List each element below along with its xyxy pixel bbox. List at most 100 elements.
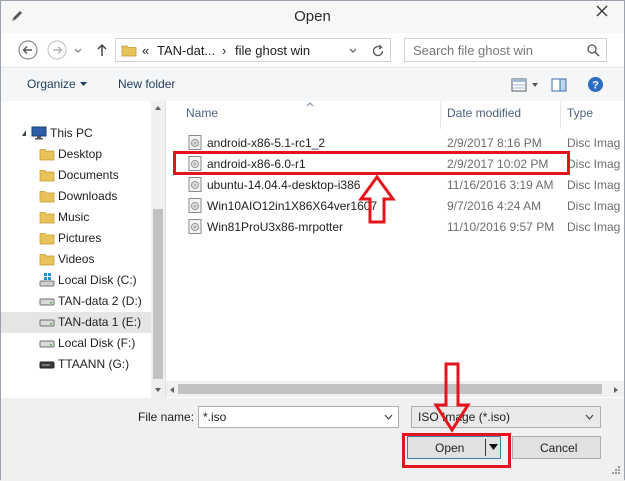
file-name: Win10AIO12in1X86X64ver1607 — [207, 199, 378, 213]
disc-image-icon — [188, 135, 202, 150]
navigation-pane: This PC Desktop Documents Downloads Music Pic… — [1, 101, 166, 398]
sidebar-item-desktop[interactable]: Desktop — [1, 144, 151, 165]
sidebar-item-label: This PC — [50, 126, 93, 140]
file-name: Win81ProU3x86-mrpotter — [207, 220, 344, 234]
organize-button[interactable]: Organize — [27, 77, 76, 91]
file-date-modified: 11/16/2016 3:19 AM — [447, 178, 554, 192]
horizontal-scroll-thumb[interactable] — [178, 384, 602, 394]
address-bar[interactable]: « TAN-dat... › file ghost win — [115, 38, 391, 62]
search-input[interactable]: Search file ghost win — [404, 38, 607, 62]
sidebar-item-downloads[interactable]: Downloads — [1, 186, 151, 207]
scroll-left-icon[interactable] — [169, 386, 175, 394]
drive-icon — [39, 293, 55, 309]
recent-dropdown-icon[interactable] — [71, 39, 85, 61]
column-separator[interactable] — [560, 101, 561, 129]
file-row[interactable]: Win81ProU3x86-mrpotter 11/10/2016 9:57 PM… — [166, 216, 624, 237]
resize-grip-icon[interactable] — [609, 465, 621, 477]
disc-image-icon — [188, 219, 202, 234]
file-type-select[interactable]: ISO Image (*.iso) — [411, 406, 601, 428]
preview-pane-icon[interactable] — [551, 77, 567, 93]
expand-chevron-icon[interactable] — [21, 129, 29, 137]
sidebar-item-local-disk-c[interactable]: Local Disk (C:) — [1, 270, 151, 291]
sidebar-item-tan-data-2-d[interactable]: TAN-data 2 (D:) — [1, 291, 151, 312]
navigation-scroll-thumb[interactable] — [153, 209, 163, 379]
address-overflow[interactable]: « — [142, 43, 149, 58]
windows-drive-icon — [39, 272, 55, 288]
file-name-input[interactable]: *.iso — [198, 406, 399, 428]
close-icon[interactable] — [580, 1, 624, 23]
cancel-button[interactable]: Cancel — [512, 436, 601, 459]
view-chevron-down-icon[interactable] — [531, 82, 539, 88]
address-dropdown-icon[interactable] — [348, 46, 358, 56]
folder-icon — [39, 230, 55, 246]
sidebar-item-pictures[interactable]: Pictures — [1, 228, 151, 249]
file-name-label: File name: — [138, 410, 195, 424]
annotation-highlight-file — [173, 151, 570, 175]
file-type: Disc Imag — [567, 199, 621, 213]
sidebar-item-documents[interactable]: Documents — [1, 165, 151, 186]
column-header-type[interactable]: Type — [567, 106, 593, 120]
scroll-down-icon[interactable] — [154, 387, 162, 393]
sidebar-item-label: Pictures — [58, 231, 102, 245]
file-row[interactable]: android-x86-5.1-rc1_2 2/9/2017 8:16 PM Dis… — [166, 132, 624, 153]
view-options-icon[interactable] — [511, 78, 527, 92]
disc-image-icon — [188, 177, 202, 192]
file-list: Name Date modified Type android-x86-5.1-… — [166, 101, 624, 398]
address-segment-file-ghost-win[interactable]: file ghost win — [235, 43, 310, 58]
sidebar-item-label: TTAANN (G:) — [58, 357, 130, 371]
file-type: Disc Imag — [567, 178, 621, 192]
sidebar-item-label: Local Disk (F:) — [58, 336, 136, 350]
sidebar-item-label: Desktop — [58, 147, 103, 161]
refresh-icon[interactable] — [370, 43, 386, 59]
column-separator[interactable] — [440, 101, 441, 129]
drive-icon — [39, 314, 55, 330]
navigation-scrollbar[interactable] — [151, 101, 165, 398]
sidebar-item-label: Downloads — [58, 189, 118, 203]
address-segment-tan-data[interactable]: TAN-dat... — [157, 43, 215, 58]
help-icon[interactable]: ? — [587, 76, 604, 93]
usb-drive-icon — [39, 356, 55, 372]
sidebar-item-this-pc[interactable]: This PC — [1, 123, 151, 144]
file-name: ubuntu-14.04.4-desktop-i386 — [207, 178, 361, 192]
open-dialog: Open « TAN-dat... › file ghost win Searc… — [0, 0, 625, 481]
svg-text:?: ? — [592, 80, 599, 92]
up-folder-icon[interactable] — [93, 39, 111, 61]
sidebar-item-label: TAN-data 1 (E:) — [58, 315, 142, 329]
file-row[interactable]: Win10AIO12in1X86X64ver1607 9/7/2016 4:24 … — [166, 195, 624, 216]
dialog-footer: File name: *.iso ISO Image (*.iso) Open … — [1, 398, 624, 481]
file-type: Disc Imag — [567, 157, 621, 171]
file-name-chevron-down-icon[interactable] — [384, 414, 393, 420]
command-bar: Organize New folder ? — [1, 67, 624, 102]
file-name-value: *.iso — [203, 410, 227, 424]
file-name: android-x86-5.1-rc1_2 — [207, 136, 326, 150]
back-icon[interactable] — [17, 39, 39, 61]
file-type-chevron-down-icon[interactable] — [585, 414, 594, 420]
folder-icon — [39, 188, 55, 204]
sort-ascending-icon — [306, 102, 314, 107]
file-date-modified: 11/10/2016 9:57 PM — [447, 220, 555, 234]
scroll-right-icon[interactable] — [613, 386, 619, 394]
annotation-highlight-open — [402, 433, 511, 468]
address-separator: › — [222, 43, 227, 58]
sidebar-item-label: Music — [58, 210, 90, 224]
file-date-modified: 9/7/2016 4:24 AM — [447, 199, 542, 213]
file-row[interactable]: ubuntu-14.04.4-desktop-i386 11/16/2016 3:… — [166, 174, 624, 195]
sidebar-item-local-disk-f[interactable]: Local Disk (F:) — [1, 333, 151, 354]
scroll-up-icon[interactable] — [154, 105, 162, 111]
column-header-date[interactable]: Date modified — [447, 106, 521, 120]
sidebar-item-videos[interactable]: Videos — [1, 249, 151, 270]
new-folder-button[interactable]: New folder — [118, 77, 175, 91]
search-icon[interactable] — [586, 43, 601, 58]
file-list-horizontal-scrollbar[interactable] — [166, 381, 624, 397]
forward-icon[interactable] — [46, 39, 68, 61]
column-header-name[interactable]: Name — [186, 106, 218, 120]
file-type: Disc Imag — [567, 136, 621, 150]
file-type: Disc Imag — [567, 220, 621, 234]
sidebar-item-music[interactable]: Music — [1, 207, 151, 228]
drive-icon — [39, 335, 55, 351]
file-type-value: ISO Image (*.iso) — [418, 410, 511, 424]
sidebar-item-ttaann-g[interactable]: TTAANN (G:) — [1, 354, 151, 375]
title-bar[interactable]: Open — [1, 1, 624, 33]
sidebar-item-tan-data-1-e[interactable]: TAN-data 1 (E:) — [1, 312, 151, 333]
organize-chevron-down-icon[interactable] — [79, 81, 88, 88]
